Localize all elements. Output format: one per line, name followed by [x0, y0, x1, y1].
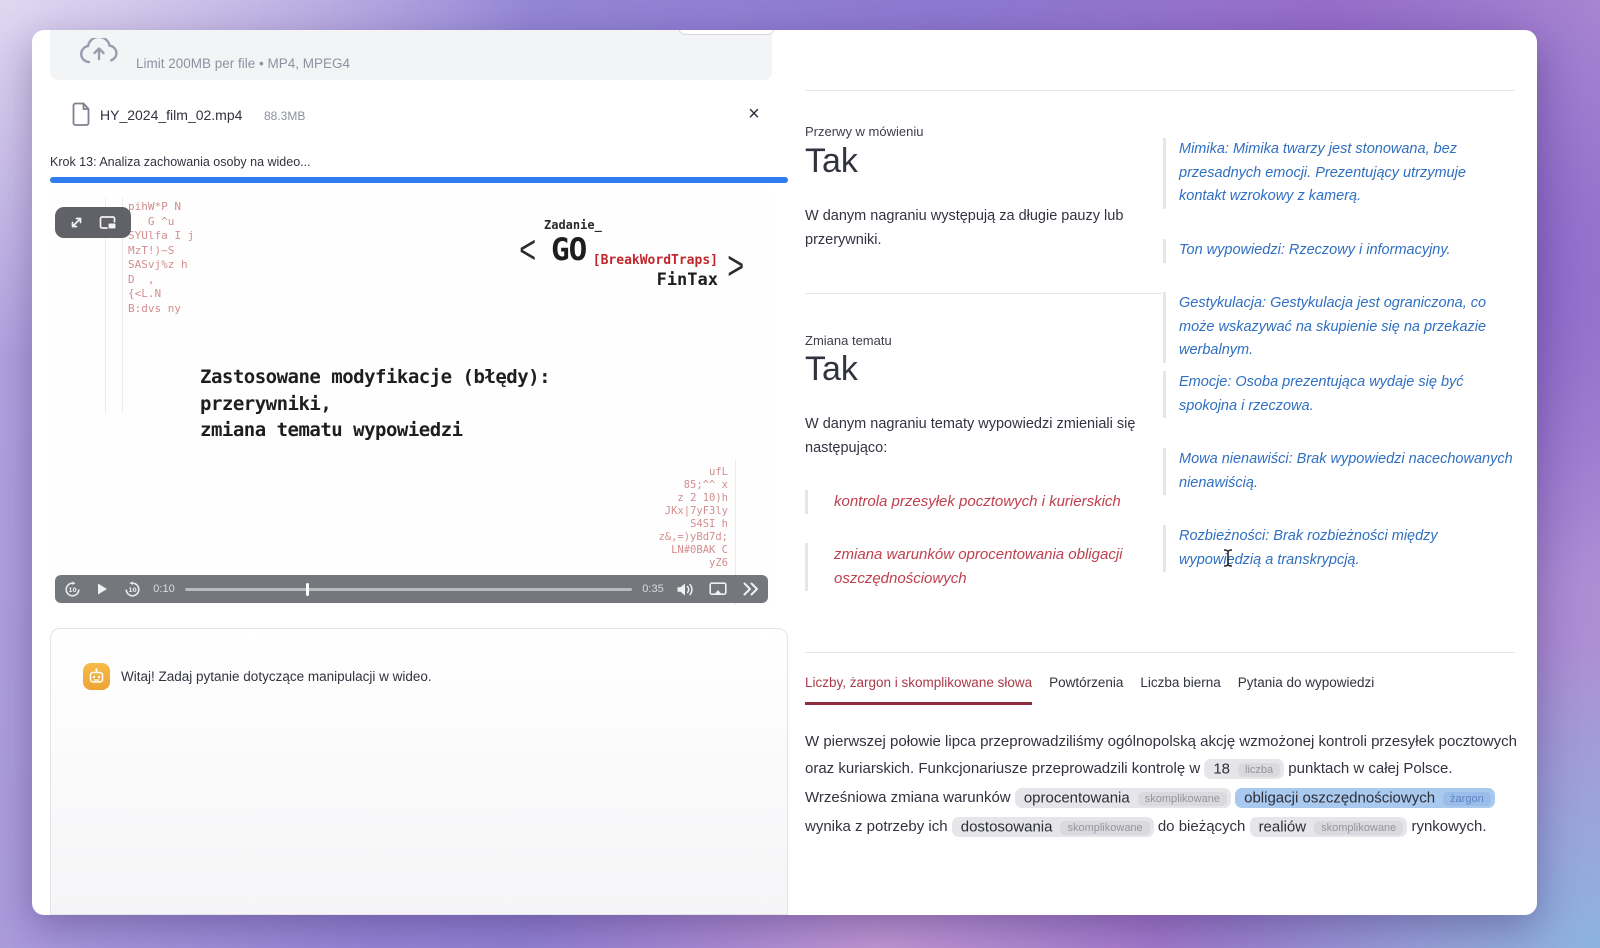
progress-step-label: Krok 13: Analiza zachowania osoby na wid…	[50, 155, 311, 169]
pauses-metric-value: Tak	[805, 142, 858, 181]
pauses-description: W danym nagraniu występują za długie pau…	[805, 204, 1135, 252]
transcript-text: W pierwszej połowie lipca przeprowadzili…	[805, 728, 1519, 842]
video-control-bar: 10 10 0:10 0:35	[55, 575, 768, 603]
observation-quote: Rozbieżności: Brak rozbieżności między w…	[1163, 525, 1515, 572]
highlight-tag: skomplikowane	[1138, 792, 1227, 806]
app-window: Limit 200MB per file • MP4, MPEG4 Browse…	[32, 30, 1537, 915]
video-task-label: Zadanie_	[544, 218, 602, 232]
highlight-number: 18 liczba	[1204, 759, 1284, 779]
assistant-welcome-message: Witaj! Zadaj pytanie dotyczące manipulac…	[121, 669, 432, 684]
rewind-10-button[interactable]: 10	[55, 575, 89, 603]
text-cursor	[1222, 548, 1234, 568]
pauses-metric-label: Przerwy w mówieniu	[805, 124, 923, 139]
video-caption-text: Zastosowane modyfikacje (błędy):przerywn…	[200, 364, 550, 444]
highlight-jargon: obligacji oszczędnościowych żargon	[1235, 788, 1495, 808]
highlight-word: 18	[1213, 760, 1230, 777]
progress-bar-fill	[50, 177, 788, 183]
logo-left-chevron: <	[519, 228, 536, 273]
fullscreen-icon[interactable]	[68, 214, 85, 231]
observation-quote: Mowa nienawiści: Brak wypowiedzi nacecho…	[1163, 448, 1515, 495]
tab[interactable]: Liczby, żargon i skomplikowane słowa	[805, 675, 1032, 705]
topic-quote: zmiana warunków oprocentowania obligacji…	[805, 543, 1125, 591]
chat-panel: Witaj! Zadaj pytanie dotyczące manipulac…	[50, 628, 788, 915]
video-glitch-text-right: ufL85;^^ xz 2 10)hJKx|7yF3lyS4SI hz&,=)y…	[658, 466, 728, 570]
logo-breakwordtraps-text: [BreakWordTraps]	[593, 253, 718, 268]
highlight-word: obligacji oszczędnościowych	[1244, 789, 1435, 806]
highlight-complex: dostosowania skomplikowane	[952, 817, 1154, 837]
tab[interactable]: Powtórzenia	[1049, 675, 1123, 705]
remove-file-button[interactable]: ×	[742, 102, 766, 126]
file-uploader-dropzone[interactable]: Limit 200MB per file • MP4, MPEG4 Browse…	[50, 30, 772, 80]
file-document-icon	[72, 102, 91, 126]
video-overlay-buttons	[55, 207, 131, 238]
uploaded-file-name: HY_2024_film_02.mp4	[100, 107, 242, 123]
topic-change-metric-label: Zmiana tematu	[805, 333, 892, 348]
upload-limit-hint: Limit 200MB per file • MP4, MPEG4	[136, 56, 350, 71]
volume-button[interactable]	[668, 575, 702, 603]
robot-icon	[88, 668, 105, 685]
video-seek-handle[interactable]	[306, 583, 309, 596]
observation-quote: Emocje: Osoba prezentująca wydaje się by…	[1163, 371, 1515, 418]
section-divider	[805, 652, 1515, 653]
highlight-word: oprocentowania	[1024, 789, 1130, 806]
tab[interactable]: Pytania do wypowiedzi	[1238, 675, 1375, 705]
topic-quote: kontrola przesyłek pocztowych i kuriersk…	[805, 490, 1135, 514]
video-seek-bar[interactable]	[185, 575, 632, 603]
logo-fintax-text: FinTax	[657, 270, 718, 290]
play-button[interactable]	[89, 575, 115, 603]
video-current-time: 0:10	[149, 583, 179, 595]
playback-options-button[interactable]	[734, 575, 768, 603]
video-duration: 0:35	[638, 583, 668, 595]
topic-change-metric-value: Tak	[805, 350, 858, 389]
highlight-tag: liczba	[1238, 763, 1280, 777]
svg-text:10: 10	[68, 587, 76, 594]
highlight-tag: żargon	[1443, 792, 1491, 806]
section-divider	[805, 293, 1162, 294]
svg-text:10: 10	[128, 587, 136, 594]
assistant-avatar	[83, 663, 110, 690]
highlight-complex: oprocentowania skomplikowane	[1015, 788, 1231, 808]
logo-right-chevron: >	[727, 244, 744, 289]
picture-in-picture-icon[interactable]	[99, 215, 118, 231]
upload-cloud-icon	[80, 38, 118, 68]
cast-button[interactable]	[702, 575, 734, 603]
highlight-word: realiów	[1259, 818, 1307, 835]
highlight-tag: skomplikowane	[1314, 821, 1403, 835]
browse-files-button[interactable]: Browse files	[678, 30, 775, 35]
highlight-word: dostosowania	[961, 818, 1053, 835]
progress-bar	[50, 177, 788, 183]
forward-10-button[interactable]: 10	[115, 575, 149, 603]
section-divider	[805, 90, 1515, 91]
analysis-tabs: Liczby, żargon i skomplikowane słowa Powt…	[805, 675, 1374, 705]
video-glitch-text-left: pihW*P N G ^uSYUlfa I jMzT!)~SSASvj%z hD…	[128, 200, 194, 316]
observation-quote: Ton wypowiedzi: Rzeczowy i informacyjny.	[1163, 239, 1515, 263]
tab[interactable]: Liczba bierna	[1140, 675, 1220, 705]
uploaded-file-size: 88.3MB	[264, 109, 305, 123]
logo-go-text: GO	[551, 232, 586, 268]
highlight-complex: realiów skomplikowane	[1250, 817, 1408, 837]
topic-change-description: W danym nagraniu tematy wypowiedzi zmien…	[805, 412, 1150, 460]
highlight-tag: skomplikowane	[1060, 821, 1149, 835]
observation-quote: Mimika: Mimika twarzy jest stonowana, be…	[1163, 138, 1515, 209]
observation-quote: Gestykulacja: Gestykulacja jest ogranicz…	[1163, 292, 1515, 363]
video-player[interactable]: pihW*P N G ^uSYUlfa I jMzT!)~SSASvj%z hD…	[50, 190, 772, 605]
